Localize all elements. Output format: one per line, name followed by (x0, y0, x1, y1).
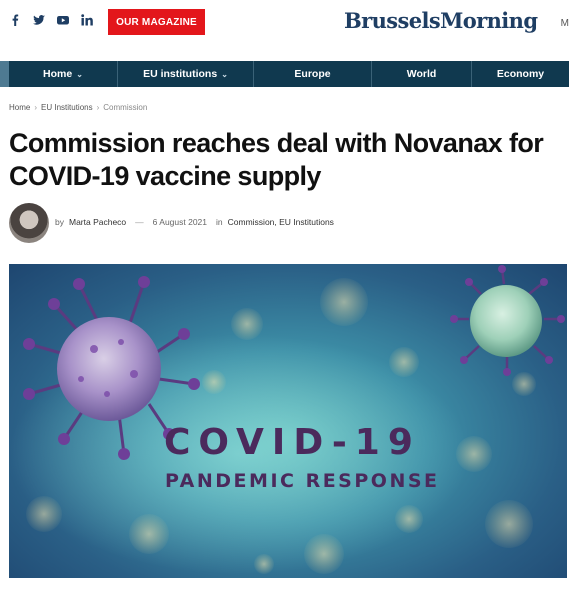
nav-item-label: World (406, 68, 437, 80)
meta-by: by (55, 217, 64, 227)
article-meta: by Marta Pacheco — 6 August 2021 in Comm… (55, 217, 334, 227)
nav-item-home[interactable]: Home ⌄ (9, 61, 118, 87)
facebook-icon[interactable] (8, 13, 22, 27)
nav-left-strip (0, 61, 9, 87)
breadcrumb: Home › EU Institutions › Commission (9, 103, 147, 112)
breadcrumb-eu-institutions[interactable]: EU Institutions (41, 103, 93, 112)
article-date: 6 August 2021 (152, 217, 208, 227)
hero-heading: COVID-19 (164, 422, 421, 463)
site-logo[interactable]: BrusselsMorning (344, 8, 538, 33)
nav-item-label: Home (43, 68, 73, 80)
virus-illustration (9, 265, 565, 574)
logo-brussels: Brussels (344, 8, 441, 33)
author-name[interactable]: Marta Pacheco (69, 217, 126, 227)
nav-item-label: Europe (294, 68, 331, 80)
nav-item-label: Economy (496, 68, 545, 80)
our-magazine-button[interactable]: OUR MAGAZINE (108, 9, 205, 35)
hero-subheading: PANDEMIC RESPONSE (165, 470, 440, 492)
menu-label[interactable]: M (561, 18, 569, 29)
breadcrumb-home[interactable]: Home (9, 103, 30, 112)
chevron-down-icon: ⌄ (76, 69, 83, 79)
social-links (8, 13, 94, 27)
meta-in: in (216, 217, 223, 227)
main-nav: Home ⌄ EU institutions ⌄ Europe World Econ… (0, 61, 569, 87)
nav-item-world[interactable]: World (372, 61, 472, 87)
linkedin-icon[interactable] (80, 13, 94, 27)
chevron-right-icon: › (96, 103, 100, 112)
youtube-icon[interactable] (56, 13, 70, 27)
meta-separator: — (135, 217, 144, 227)
twitter-icon[interactable] (32, 13, 46, 27)
chevron-right-icon: › (34, 103, 38, 112)
hero-image: COVID-19 PANDEMIC RESPONSE (9, 264, 567, 578)
top-bar: OUR MAGAZINE BrusselsMorning M (0, 0, 569, 46)
chevron-down-icon: ⌄ (221, 69, 228, 79)
logo-morning: Morning (440, 8, 538, 33)
nav-item-economy[interactable]: Economy (472, 61, 569, 87)
nav-item-europe[interactable]: Europe (254, 61, 372, 87)
article-title: Commission reaches deal with Novanax for… (9, 128, 544, 191)
article-categories[interactable]: Commission, EU Institutions (228, 217, 334, 227)
breadcrumb-current: Commission (103, 103, 148, 112)
nav-item-label: EU institutions (143, 68, 218, 80)
nav-item-eu-institutions[interactable]: EU institutions ⌄ (118, 61, 254, 87)
author-avatar[interactable] (9, 203, 49, 243)
